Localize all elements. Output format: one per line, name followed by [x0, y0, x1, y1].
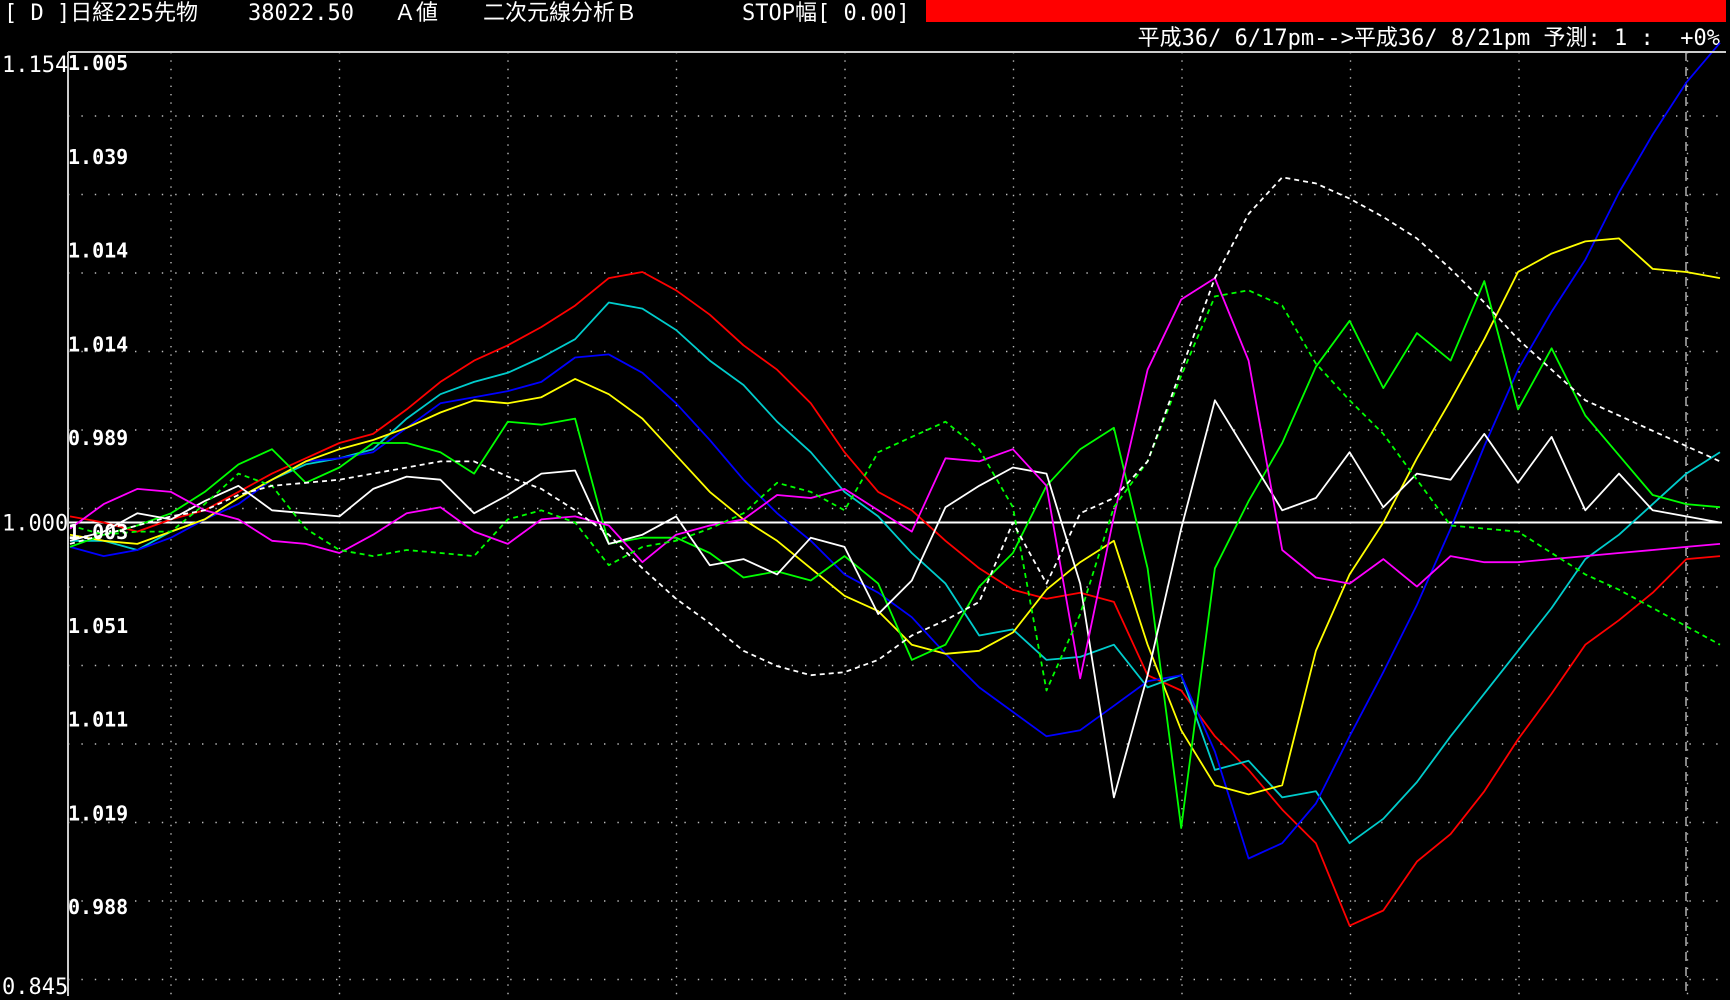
y-axis-top-label: 1.154	[2, 53, 68, 78]
series-line-3	[69, 237, 1721, 796]
inner-tick-labels: 1.005 1.039 1.014 1.014 0.989 1.003 1.051 1.011…	[68, 51, 128, 919]
series-line-4	[69, 280, 1721, 829]
inner-tick-label-8: 1.019	[68, 801, 128, 825]
y-axis-bottom-label: 0.845	[2, 975, 68, 1000]
series-line-7	[69, 289, 1721, 692]
inner-tick-label-2: 1.014	[68, 239, 128, 263]
inner-tick-label-5: 1.003	[68, 520, 128, 544]
y-axis-baseline-label: 1.000	[2, 511, 68, 536]
inner-tick-label-0: 1.005	[68, 51, 128, 75]
inner-tick-label-3: 1.014	[68, 332, 128, 356]
inner-tick-label-6: 1.051	[68, 614, 128, 638]
inner-tick-label-1: 1.039	[68, 145, 128, 169]
inner-tick-label-7: 1.011	[68, 708, 128, 732]
grid	[68, 52, 1722, 996]
series-line-0	[69, 271, 1721, 927]
series-line-1	[70, 301, 1721, 845]
series-group	[69, 42, 1721, 927]
series-line-8	[69, 176, 1721, 677]
chart: 1.154 1.000 0.845 1.005 1.039 1.014 1.014 0.…	[2, 42, 1726, 1000]
inner-tick-label-9: 0.988	[68, 895, 128, 919]
inner-tick-label-4: 0.989	[68, 426, 128, 450]
